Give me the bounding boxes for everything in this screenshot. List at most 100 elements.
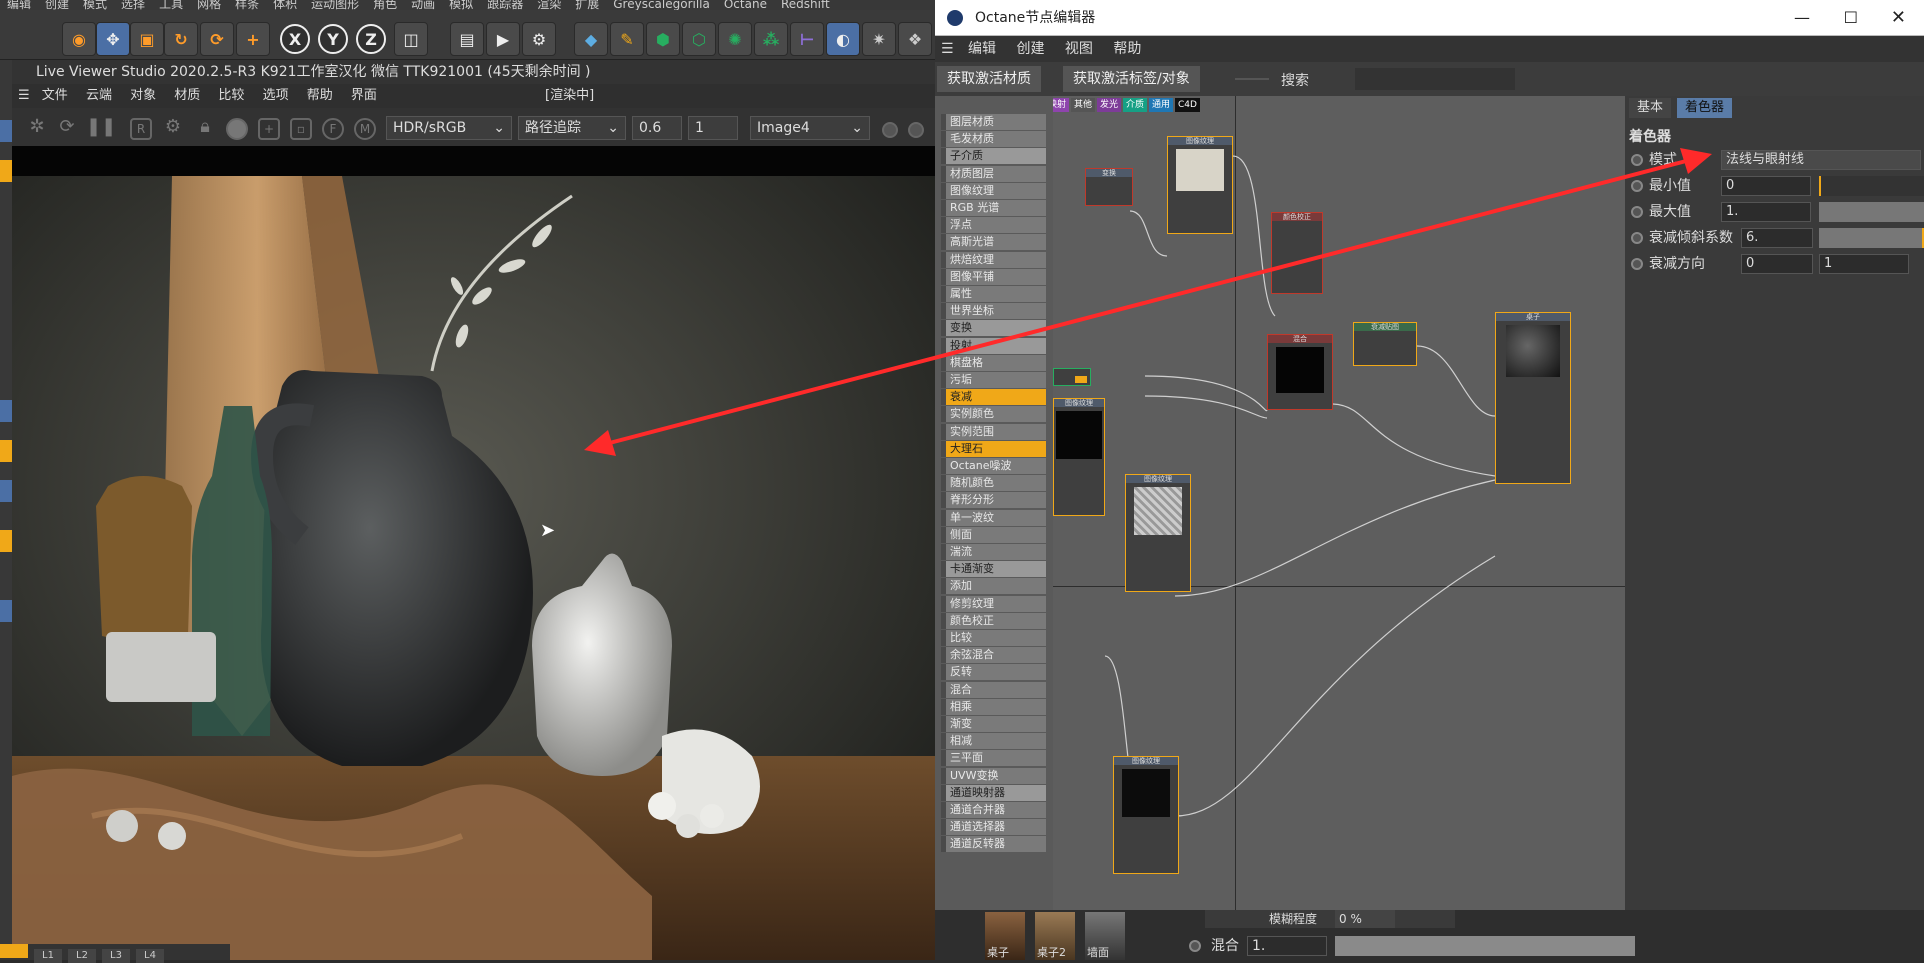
pause-icon[interactable]: ❚❚ — [86, 118, 116, 140]
min-value-field[interactable]: 0 — [1721, 176, 1811, 196]
get-active-tag-button[interactable]: 获取激活标签/对象 — [1063, 66, 1200, 92]
pen-icon[interactable]: ✎ — [610, 22, 644, 56]
transform-node[interactable]: 变换 — [1085, 168, 1133, 206]
falloff-skew-slider[interactable] — [1819, 228, 1924, 248]
octane-menu-help[interactable]: 帮助 — [1113, 41, 1141, 57]
camera-icon[interactable]: ◐ — [826, 22, 860, 56]
max-slider[interactable] — [1819, 202, 1924, 222]
anim-radio[interactable] — [1631, 258, 1643, 270]
viewer-menu-object[interactable]: 对象 — [130, 88, 156, 103]
c4d-menu-item[interactable]: 模式 — [83, 0, 107, 10]
image-texture-node-1[interactable]: 图像纹理 — [1167, 136, 1233, 234]
y-axis-button[interactable]: Y — [318, 24, 348, 54]
hamburger-icon[interactable]: ☰ — [18, 88, 30, 103]
region-render-icon[interactable]: R — [130, 118, 152, 140]
scale-tool-icon[interactable]: ▣ — [130, 22, 164, 56]
rgb-color-node[interactable] — [1053, 368, 1091, 386]
value1-stepper[interactable]: 0.6 — [632, 116, 682, 140]
send-scene-icon[interactable]: ✲ — [26, 118, 48, 140]
c4d-menu-item[interactable]: 体积 — [273, 0, 297, 10]
min-slider[interactable] — [1819, 176, 1924, 196]
cloner-icon[interactable]: ⁂ — [754, 22, 788, 56]
material-node[interactable]: 桌子 — [1495, 312, 1571, 484]
material-thumb-1[interactable]: 桌子 — [985, 912, 1025, 960]
maximize-icon[interactable]: ☐ — [1844, 0, 1858, 36]
focus-pick-icon[interactable]: F — [322, 118, 344, 140]
bottom-tab-0[interactable] — [0, 944, 28, 958]
rotate-tool-icon[interactable]: ↻ — [164, 22, 198, 56]
c4d-menu-item[interactable]: 样条 — [235, 0, 259, 10]
subdivision-icon[interactable]: ⬢ — [646, 22, 680, 56]
viewer-menu-material[interactable]: 材质 — [174, 88, 200, 103]
mode-select[interactable]: 法线与眼射线 — [1721, 150, 1921, 170]
image-texture-node-4[interactable]: 图像纹理 — [1113, 756, 1179, 874]
image-texture-node-2[interactable]: 图像纹理 — [1053, 398, 1105, 516]
c4d-menu-item[interactable]: 网格 — [197, 0, 221, 10]
z-axis-button[interactable]: Z — [356, 24, 386, 54]
lock-icon[interactable]: 🔒︎ — [194, 118, 216, 140]
c4d-menu-item[interactable]: Greyscalegorilla — [613, 0, 710, 10]
light-icon[interactable]: ✷ — [862, 22, 896, 56]
dot2-icon[interactable] — [908, 122, 924, 138]
settings-icon[interactable]: ⚙ — [162, 118, 184, 140]
render-settings-icon[interactable]: ⚙ — [522, 22, 556, 56]
viewer-menu-interface[interactable]: 界面 — [351, 88, 377, 103]
x-axis-button[interactable]: X — [280, 24, 310, 54]
anim-radio[interactable] — [1631, 232, 1643, 244]
search-input[interactable] — [1355, 68, 1515, 90]
c4d-menu-item[interactable]: Redshift — [781, 0, 830, 10]
c4d-menu-item[interactable]: 选择 — [121, 0, 145, 10]
c4d-menu-item[interactable]: 编辑 — [7, 0, 31, 10]
tab-shader[interactable]: 着色器 — [1677, 98, 1733, 118]
bottom-tab-3[interactable]: L3 — [102, 949, 130, 963]
octane-menu-create[interactable]: 创建 — [1016, 41, 1044, 57]
render-view-icon[interactable]: ▶ — [486, 22, 520, 56]
c4d-menu-item[interactable]: 扩展 — [575, 0, 599, 10]
octane-menu-edit[interactable]: 编辑 — [968, 41, 996, 57]
viewer-menu-compare[interactable]: 比较 — [218, 88, 244, 103]
c4d-menu-item[interactable]: 运动图形 — [311, 0, 359, 10]
max-value-field[interactable]: 1. — [1721, 202, 1811, 222]
dot-icon[interactable] — [882, 122, 898, 138]
coordinate-system-icon[interactable]: ◫ — [394, 22, 428, 56]
direction-y-field[interactable]: 1 — [1819, 254, 1909, 274]
blur-value-field[interactable]: 0 % — [1335, 910, 1395, 928]
deformer-icon[interactable]: ⊢ — [790, 22, 824, 56]
clay-mode-icon[interactable]: ▫ — [290, 118, 312, 140]
falloff-node[interactable]: 衰减贴图 — [1353, 322, 1417, 366]
viewer-menu-file[interactable]: 文件 — [42, 88, 68, 103]
select-tool-icon[interactable]: ◉ — [62, 22, 96, 56]
material-ball-icon[interactable] — [226, 118, 248, 140]
c4d-menu-item[interactable]: 创建 — [45, 0, 69, 10]
material-pick-icon[interactable]: M — [354, 118, 376, 140]
cube-icon[interactable]: ◆ — [574, 22, 608, 56]
mix-node[interactable]: 混合 — [1267, 334, 1333, 410]
viewer-menu-help[interactable]: 帮助 — [307, 88, 333, 103]
c4d-menu-item[interactable]: 角色 — [373, 0, 397, 10]
get-active-material-button[interactable]: 获取激活材质 — [937, 66, 1041, 92]
colorspace-select[interactable]: HDR/sRGB ⌄ — [386, 116, 512, 140]
c4d-menu-item[interactable]: 动画 — [411, 0, 435, 10]
octane-menu-view[interactable]: 视图 — [1065, 41, 1093, 57]
minimize-icon[interactable]: — — [1794, 0, 1810, 36]
scene-icon[interactable]: ❖ — [898, 22, 932, 56]
c4d-menu-item[interactable]: 工具 — [159, 0, 183, 10]
close-icon[interactable]: ✕ — [1891, 0, 1906, 36]
color-correction-node[interactable]: 颜色校正 — [1271, 212, 1323, 294]
image-texture-node-3[interactable]: 图像纹理 — [1125, 474, 1191, 592]
blend-value-field[interactable]: 1. — [1247, 936, 1327, 956]
anim-radio[interactable] — [1631, 206, 1643, 218]
add-tool-icon[interactable]: + — [236, 22, 270, 56]
bottom-tab-1[interactable]: L1 — [34, 949, 62, 963]
value2-stepper[interactable]: 1 — [688, 116, 738, 140]
record-tool-icon[interactable]: ⟳ — [200, 22, 234, 56]
c4d-menu-item[interactable]: 模拟 — [449, 0, 473, 10]
material-thumb-3[interactable]: 墙面 — [1085, 912, 1125, 960]
viewer-menu-cloud[interactable]: 云端 — [86, 88, 112, 103]
image-select[interactable]: Image4 ⌄ — [750, 116, 870, 140]
viewer-menu-options[interactable]: 选项 — [263, 88, 289, 103]
bottom-tab-4[interactable]: L4 — [136, 949, 164, 963]
anim-radio[interactable] — [1631, 180, 1643, 192]
kernel-select[interactable]: 路径追踪 ⌄ — [518, 116, 626, 140]
falloff-skew-field[interactable]: 6. — [1741, 228, 1813, 248]
